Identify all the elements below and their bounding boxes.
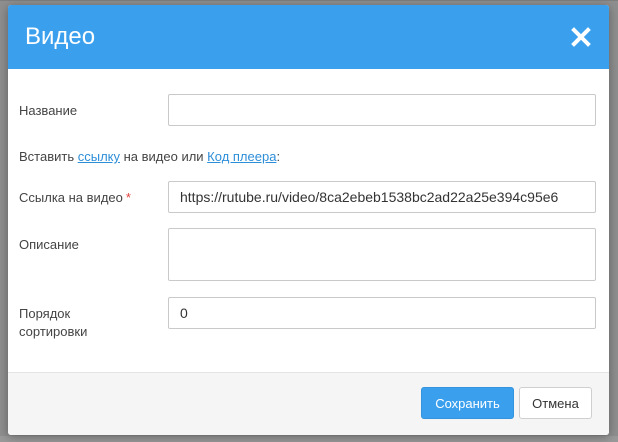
save-button[interactable]: Сохранить (421, 387, 514, 419)
video-form: Название Вставить ссылку на видео или Ко… (8, 69, 609, 374)
embed-suffix: : (276, 149, 281, 164)
sort-order-label-line1: Порядок (19, 306, 71, 321)
description-textarea[interactable] (168, 228, 596, 281)
cancel-button[interactable]: Отмена (519, 387, 592, 419)
embed-instructions: Вставить ссылку на видео или Код плеера: (19, 148, 280, 166)
video-url-label-text: Ссылка на видео (19, 190, 123, 205)
video-link-link[interactable]: ссылку (78, 149, 120, 164)
sort-order-input[interactable]: 0 (168, 297, 596, 329)
video-url-input[interactable]: https://rutube.ru/video/8ca2ebeb1538bc2a… (168, 181, 596, 213)
required-marker: * (125, 190, 131, 205)
description-label: Описание (19, 237, 79, 252)
sort-order-label: Порядок сортировки (19, 305, 87, 341)
dialog-title: Видео (25, 23, 96, 50)
video-url-label: Ссылка на видео * (19, 189, 131, 207)
close-icon (571, 27, 591, 47)
background-page-edge (0, 0, 618, 1)
embed-middle: на видео или (119, 149, 208, 164)
dialog-footer: Сохранить Отмена (8, 372, 609, 435)
background-page-strip (0, 436, 618, 442)
sort-order-label-line2: сортировки (19, 324, 88, 339)
name-label: Название (19, 103, 78, 118)
close-button[interactable] (567, 23, 595, 51)
name-input[interactable] (168, 94, 596, 126)
dialog-header: Видео (8, 5, 609, 69)
player-code-link[interactable]: Код плеера (207, 149, 276, 164)
video-dialog: Видео Название Вставить ссылку на видео … (8, 5, 609, 435)
embed-prefix: Вставить (19, 149, 78, 164)
